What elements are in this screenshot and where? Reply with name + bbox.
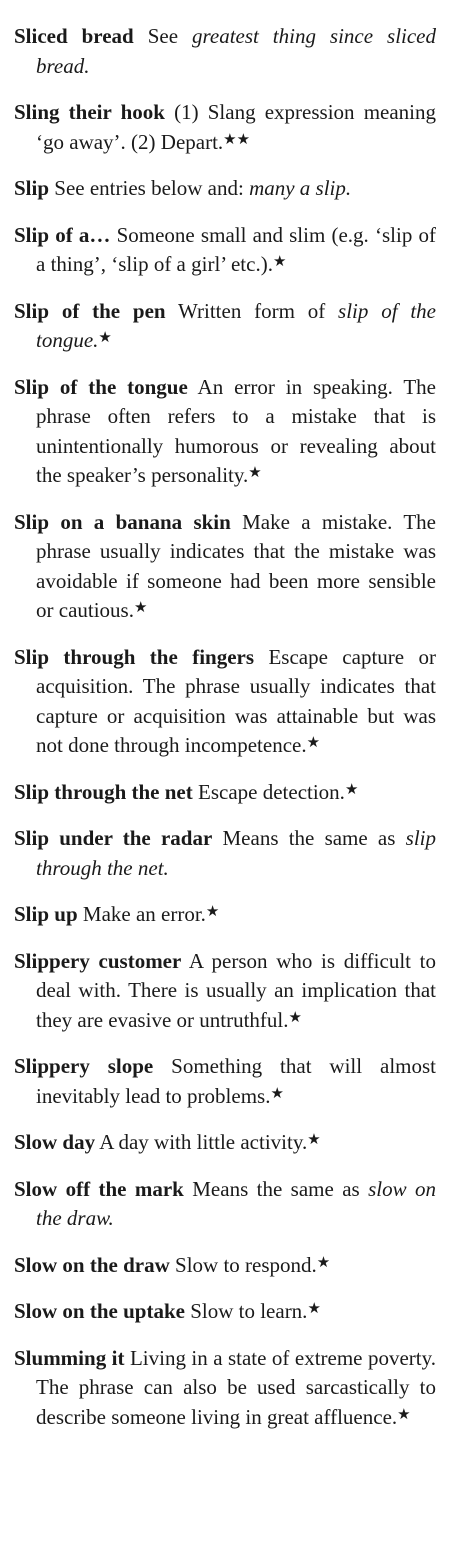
entry-term: Slip of the pen xyxy=(14,298,166,323)
entry-term: Slip up xyxy=(14,902,78,926)
entry-text: Means the same as xyxy=(192,1176,369,1201)
entry-term: Slow on the uptake xyxy=(14,1299,185,1323)
entry-slip-through-the-fingers: Slip through the fingers Escape capture … xyxy=(14,643,436,761)
rating-stars: ★★ xyxy=(223,131,251,148)
rating-stars: ★ xyxy=(98,330,112,346)
entry-text: Written form of xyxy=(178,298,339,323)
entry-term: Slip of the tongue xyxy=(14,374,188,399)
entry-slip-of-the-tongue: Slip of the tongue An error in speaking.… xyxy=(14,373,436,491)
entry-text: A day with little activity. xyxy=(99,1130,308,1154)
entry-term: Slow on the draw xyxy=(14,1252,170,1277)
entry-term: Slip through the fingers xyxy=(14,644,255,669)
rating-stars: ★ xyxy=(205,904,220,920)
entry-slip-up: Slip up Make an error.★ xyxy=(14,900,436,930)
entry-term: Sling their hook xyxy=(14,100,165,124)
entry-slip-of-the-pen: Slip of the pen Written form of slip of … xyxy=(14,297,436,356)
entry-slip: Slip See entries below and: many a slip. xyxy=(14,174,436,204)
rating-stars: ★ xyxy=(248,465,262,481)
entry-sling-their-hook: Sling their hook (1) Slang expression me… xyxy=(14,98,436,157)
dictionary-page: Sliced bread See greatest thing since sl… xyxy=(14,22,436,1449)
entry-term: Sliced bread xyxy=(14,24,134,48)
rating-stars: ★ xyxy=(307,1301,321,1317)
entry-term: Slow day xyxy=(14,1130,96,1154)
rating-stars: ★ xyxy=(133,600,148,616)
entry-term: Slip on a banana skin xyxy=(14,509,231,534)
rating-stars: ★ xyxy=(288,1009,302,1026)
entry-slippery-customer: Slippery customer A person who is diffi­… xyxy=(14,947,436,1036)
entry-slippery-slope: Slippery slope Something that will almos… xyxy=(14,1052,436,1111)
entry-term: Slip of a… xyxy=(14,222,111,247)
entry-term: Slow off the mark xyxy=(14,1176,184,1201)
entry-text: See entries below and: xyxy=(54,176,250,200)
entry-term: Slip under the radar xyxy=(14,826,213,850)
entry-term: Slippery customer xyxy=(14,948,182,973)
rating-stars: ★ xyxy=(272,254,287,270)
rating-stars: ★ xyxy=(270,1085,284,1102)
entry-term: Slip xyxy=(14,176,50,200)
entry-text: Slow to learn. xyxy=(190,1299,308,1323)
entry-slumming-it: Slumming it Living in a state of extreme… xyxy=(14,1344,436,1433)
entry-slow-on-the-draw: Slow on the draw Slow to respond.★ xyxy=(14,1251,436,1281)
entry-text: See xyxy=(147,24,192,48)
entry-slow-on-the-uptake: Slow on the uptake Slow to learn.★ xyxy=(14,1297,436,1327)
rating-stars: ★ xyxy=(306,735,321,751)
entry-text: Slow to respond. xyxy=(175,1252,317,1277)
entry-term: Slumming it xyxy=(14,1345,125,1370)
entry-slow-day: Slow day A day with little activity.★ xyxy=(14,1128,436,1158)
entry-sliced-bread: Sliced bread See greatest thing since sl… xyxy=(14,22,436,81)
cross-reference: many a slip. xyxy=(249,176,352,200)
entry-text: Means the same as xyxy=(222,826,406,850)
entry-slip-on-a-banana-skin: Slip on a banana skin Make a mistake. Th… xyxy=(14,508,436,626)
rating-stars: ★ xyxy=(344,781,359,798)
rating-stars: ★ xyxy=(397,1406,411,1423)
rating-stars: ★ xyxy=(316,1254,331,1271)
entry-slip-through-the-net: Slip through the net Escape detection.★ xyxy=(14,778,436,808)
rating-stars: ★ xyxy=(307,1132,321,1148)
entry-slow-off-the-mark: Slow off the mark Means the same as slow… xyxy=(14,1175,436,1234)
entry-text: Escape detection. xyxy=(198,779,345,804)
entry-slip-under-the-radar: Slip under the radar Means the same as s… xyxy=(14,824,436,883)
entry-slip-of-a: Slip of a… Someone small and slim (e.g. … xyxy=(14,221,436,280)
entry-text: Make an error. xyxy=(82,902,206,926)
entry-term: Slippery slope xyxy=(14,1054,154,1078)
entry-term: Slip through the net xyxy=(14,779,193,804)
